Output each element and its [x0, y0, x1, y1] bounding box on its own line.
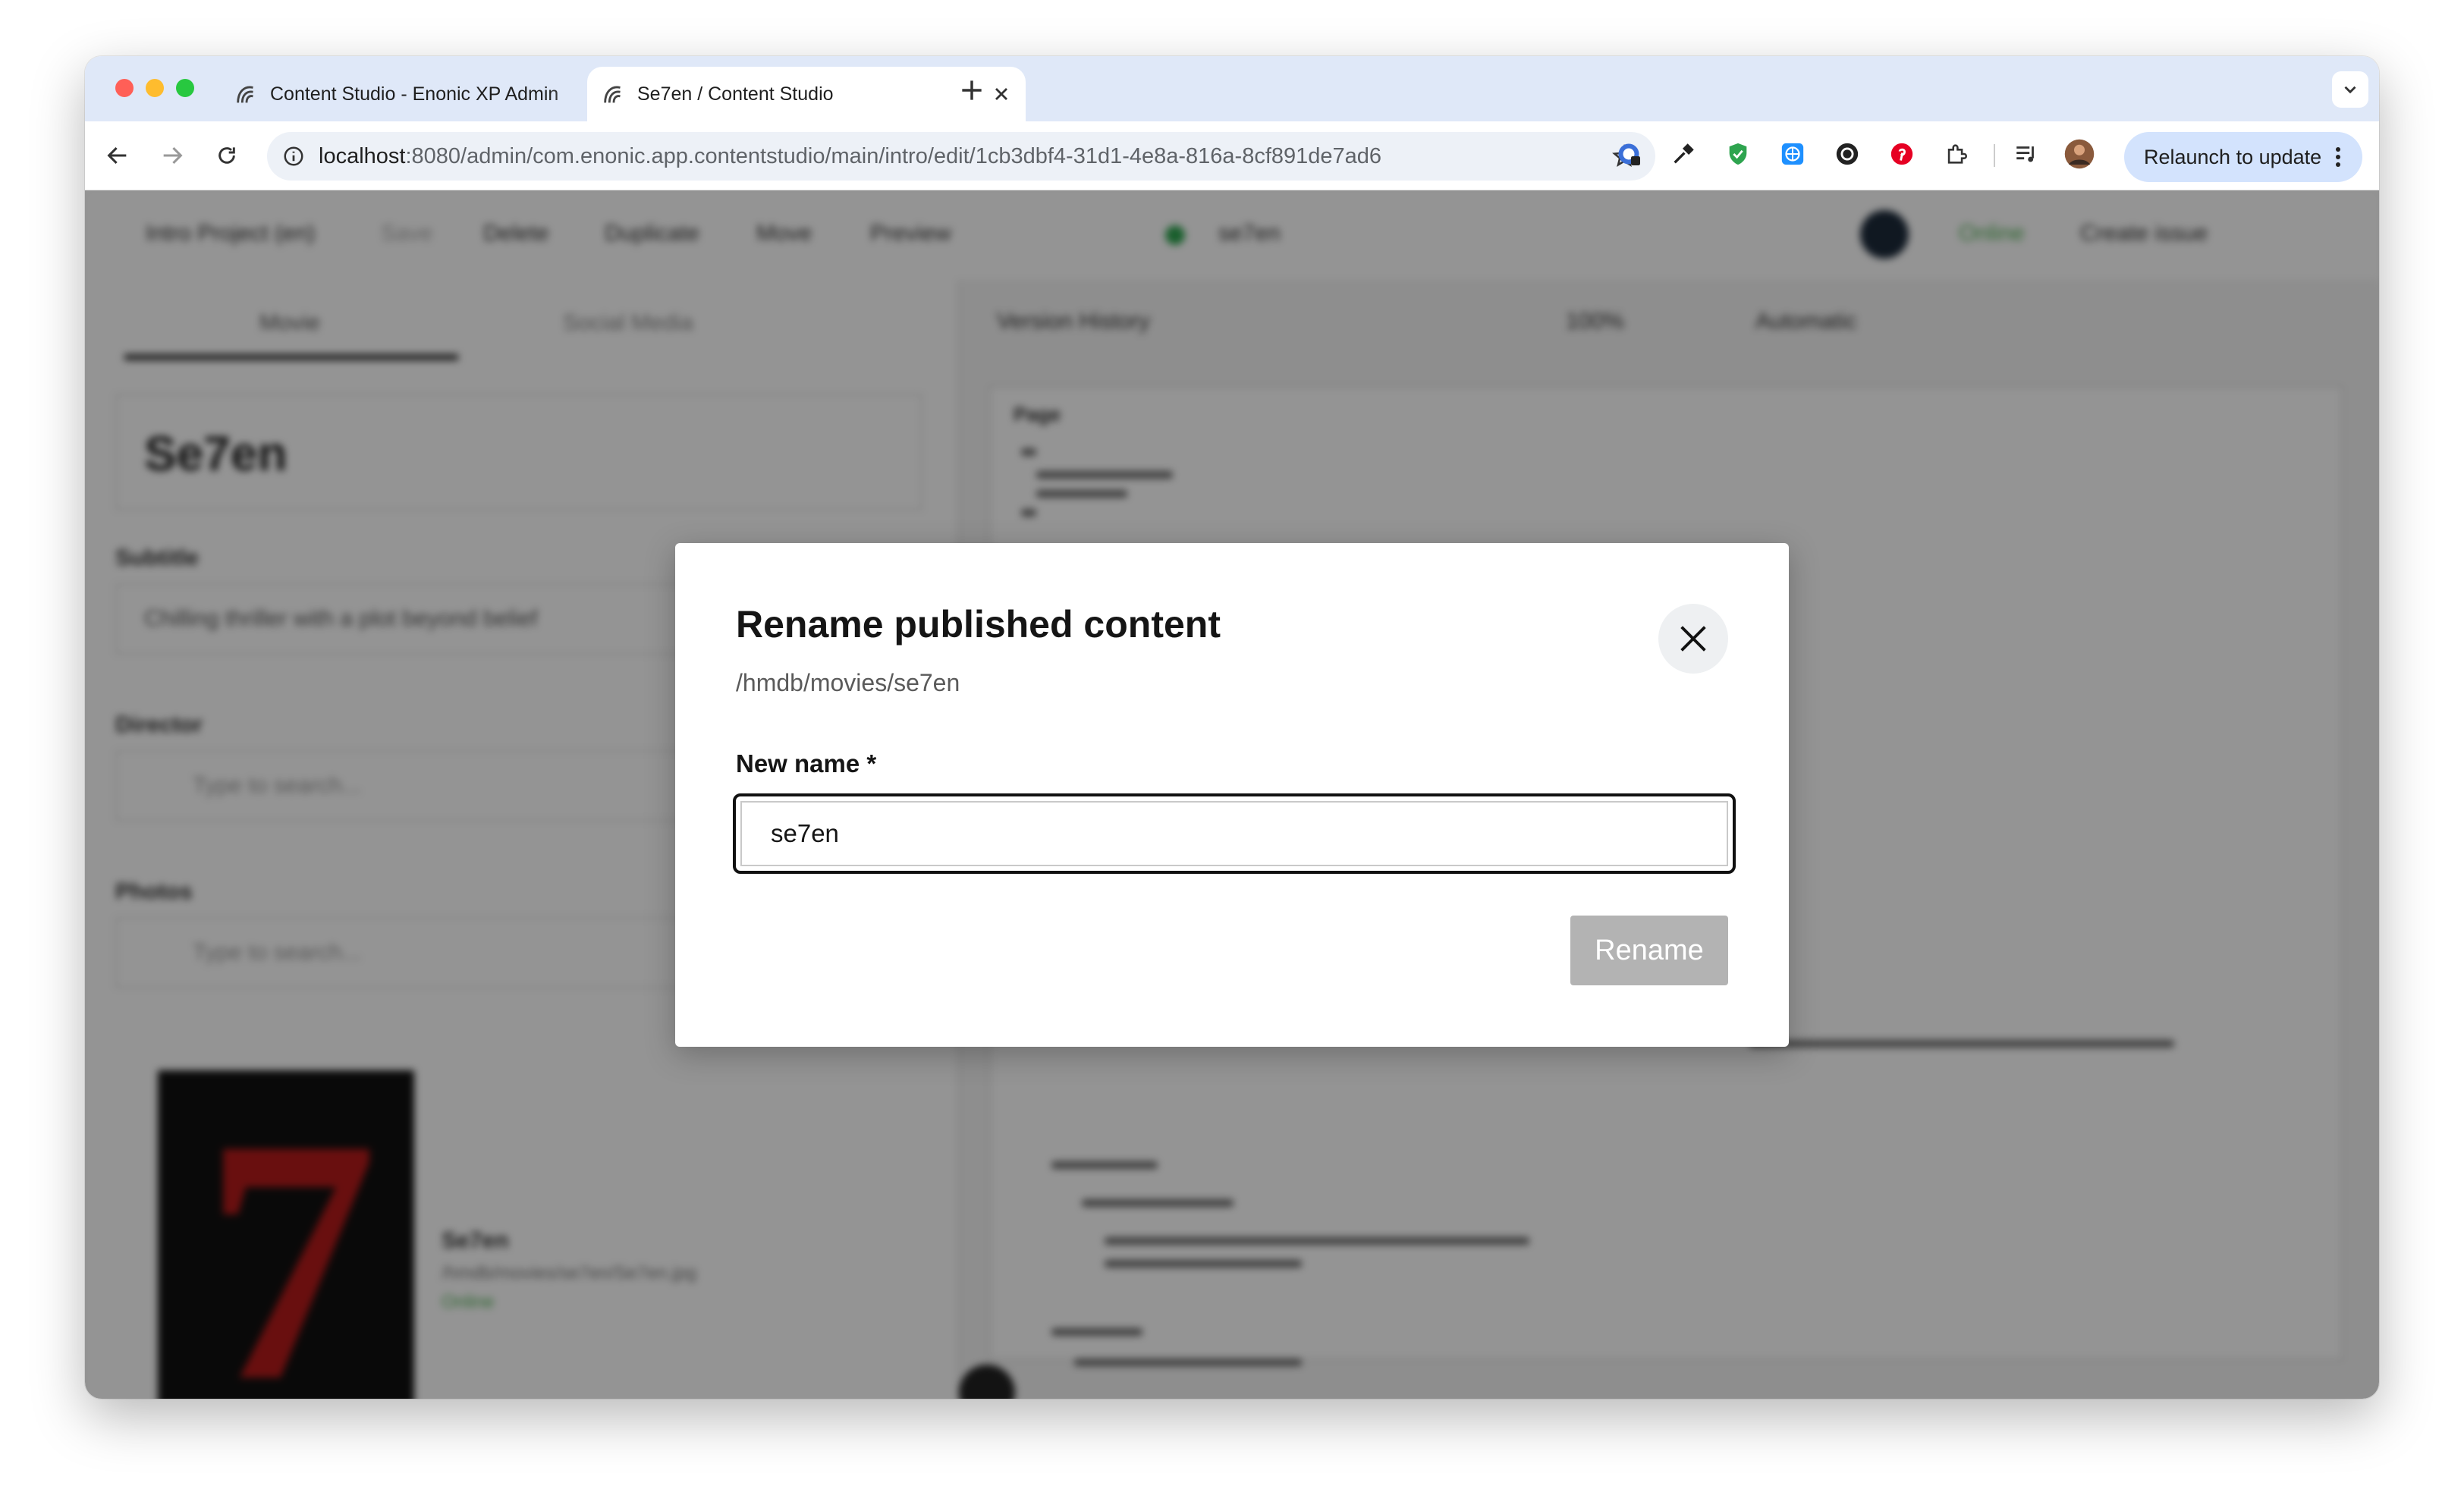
password-manager-icon[interactable]	[1611, 137, 1646, 171]
close-dialog-button[interactable]	[1658, 604, 1728, 674]
profile-avatar[interactable]	[2062, 137, 2097, 171]
shield-icon[interactable]	[1721, 137, 1755, 171]
content-path: /hmdb/movies/se7en	[736, 669, 960, 696]
tab-strip: Content Studio - Enonic XP Admin Se7en /…	[85, 56, 2379, 121]
close-icon	[1680, 626, 1706, 652]
enonic-favicon-icon	[237, 86, 253, 103]
rename-button[interactable]: Rename	[1570, 916, 1728, 985]
globe-extension-icon[interactable]	[1775, 137, 1810, 171]
url-text: localhost:8080/admin/com.enonic.app.cont…	[319, 144, 1381, 169]
new-name-label: New name *	[736, 749, 877, 777]
reload-button[interactable]	[209, 138, 244, 173]
url-path: :8080/admin/com.enonic.app.contentstudio…	[405, 143, 1382, 168]
close-window-button[interactable]	[115, 79, 134, 97]
more-vert-icon	[2336, 147, 2341, 167]
arrow-left-icon	[107, 146, 127, 165]
media-queue-icon[interactable]	[2009, 137, 2044, 171]
rename-dialog: Rename published content /hmdb/movies/se…	[675, 543, 1789, 1047]
toolbar-divider	[1994, 144, 1995, 167]
minimize-window-button[interactable]	[146, 79, 164, 97]
address-bar[interactable]: localhost:8080/admin/com.enonic.app.cont…	[267, 132, 1655, 181]
url-host: localhost	[319, 143, 406, 168]
tab-title: Se7en / Content Studio	[637, 83, 834, 105]
tab-search-button[interactable]	[2332, 71, 2368, 108]
forward-button[interactable]	[155, 138, 190, 173]
extensions-puzzle-icon[interactable]	[1939, 137, 1974, 171]
enonic-favicon-icon	[604, 86, 621, 103]
relaunch-label: Relaunch to update	[2144, 145, 2322, 168]
eyedropper-icon[interactable]	[1666, 137, 1701, 171]
pinterest-icon[interactable]	[1884, 137, 1919, 171]
relaunch-to-update-button[interactable]: Relaunch to update	[2124, 132, 2362, 182]
dark-circle-extension-icon[interactable]	[1830, 137, 1865, 171]
site-info-icon[interactable]	[282, 145, 305, 168]
new-name-input[interactable]	[733, 793, 1736, 874]
new-tab-icon[interactable]	[957, 76, 986, 105]
arrow-right-icon	[163, 146, 183, 165]
close-tab-icon[interactable]	[991, 83, 1012, 105]
reload-icon	[218, 147, 235, 164]
dialog-title: Rename published content	[736, 603, 1221, 646]
back-button[interactable]	[100, 138, 135, 173]
tab-title: Content Studio - Enonic XP Admin	[270, 83, 559, 105]
chevron-down-icon	[2344, 86, 2356, 94]
maximize-window-button[interactable]	[176, 79, 194, 97]
